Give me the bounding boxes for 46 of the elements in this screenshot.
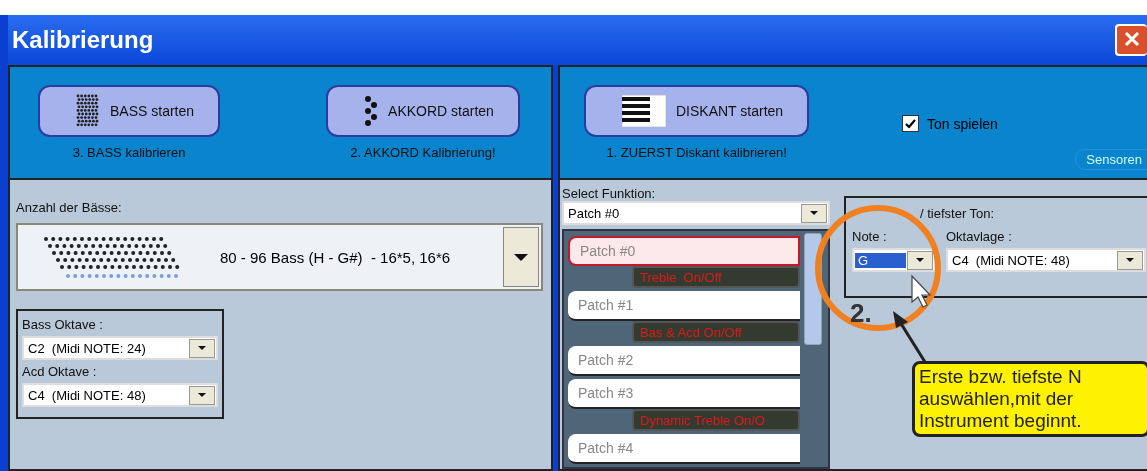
check-icon [905,118,916,129]
dropdown-field[interactable]: C2 (Midi NOTE: 24) [22,336,218,360]
dropdown-arrow-icon [514,253,528,261]
patch-item[interactable]: Patch #1 [568,291,800,321]
dropdown-arrow-icon [198,346,206,350]
patch-tag: Treble On/Off [632,266,800,288]
close-icon [1123,29,1141,48]
function-label: Select Funktion: [562,186,657,201]
octave-label: Bass Oktave : [22,317,104,332]
start-button[interactable]: AKKORD starten [326,85,520,137]
start-button[interactable]: BASS starten [38,85,221,137]
dropdown-arrow-icon [198,393,206,397]
step-number: 2. [850,298,872,329]
play-tone-checkbox[interactable] [902,115,919,132]
dot-column-icon [364,96,379,126]
dot-grid-icon [76,94,100,128]
patch-item[interactable]: Patch #4 [568,434,800,464]
octave-label: Acd Oktave : [22,364,98,379]
note-label: Note : [852,229,888,244]
step-caption: 3. BASS kalibrieren [72,145,186,160]
dropdown-arrow-icon [1126,258,1134,262]
pointer-arrow [893,311,927,363]
sensors-button[interactable]: Sensoren [1075,149,1147,170]
octave-position-label: Oktavlage : [946,229,1013,244]
dropdown-field[interactable]: G [852,248,936,272]
patch-item[interactable]: Patch #3 [568,379,800,409]
dropdown-field[interactable]: Patch #0 [562,201,830,225]
dropdown-arrow-icon [810,211,818,215]
first-note-title: / tiefster Ton: [919,206,996,221]
window-title: Kalibrierung [11,26,154,54]
start-button[interactable]: DISKANT starten [584,85,810,137]
dropdown-field[interactable]: C4 (Midi NOTE: 48) [946,248,1146,272]
bass-count-label: Anzahl der Bässe: [16,200,123,215]
patch-item[interactable]: Patch #2 [568,346,800,376]
dropdown-field[interactable]: C4 (Midi NOTE: 48) [22,383,218,407]
patch-tag: Dynamic Treble On/O [632,409,800,431]
piano-keys-icon [622,95,666,127]
step-caption: 2. AKKORD Kalibrierung! [350,145,496,160]
mouse-cursor-icon [911,274,932,308]
close-button[interactable] [1115,24,1147,56]
play-tone-label: Ton spielen [927,115,998,132]
patch-tag: Bas & Acd On/Off [632,321,800,343]
callout-note: Erste bzw. tiefste N auswählen,mit der Instrument beginnt. [912,361,1147,437]
bass-count-dropdown[interactable]: 80 - 96 Bass (H - G#) - 16*5, 16*6 [16,223,543,291]
step-caption: 1. ZUERST Diskant kalibrieren! [606,145,787,160]
dropdown-arrow-icon [916,258,924,262]
